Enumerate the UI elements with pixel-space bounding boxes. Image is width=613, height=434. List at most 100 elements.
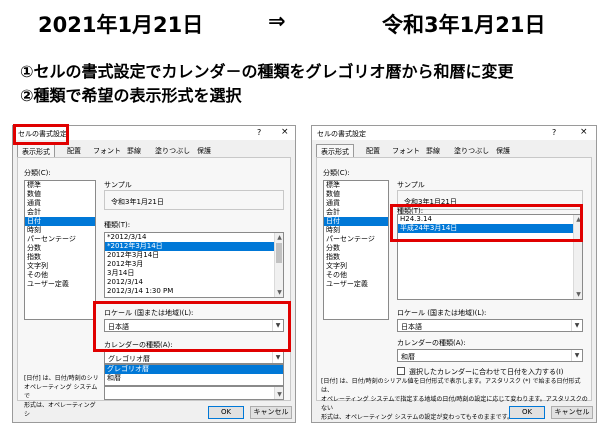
format-description: [日付] は、日付/時刻のシリアル値を日付形式で表示します。アスタリスク (*)… (321, 378, 588, 421)
category-item[interactable]: 文字列 (324, 262, 388, 271)
category-item[interactable]: 通貨 (324, 199, 388, 208)
category-item[interactable]: ユーザー定義 (25, 280, 95, 289)
category-item[interactable]: 時刻 (25, 226, 95, 235)
cancel-button[interactable]: キャンセル (250, 406, 292, 419)
from-date: 2021年1月21日 (38, 13, 204, 37)
highlight-calendar-dropdown (93, 301, 291, 352)
tab-protection[interactable]: 保護 (496, 146, 510, 156)
highlight-type-list (390, 204, 583, 242)
step-1: ①セルの書式設定でカレンダ－の種類をグレゴリオ暦から和暦に変更 (20, 62, 514, 81)
tab-panel: 分類(C): 標準 数値 通貨 会計 日付 時刻 パーセンテージ 分数 指数 文字列 その他 ユーザー… (17, 157, 291, 418)
category-item[interactable]: パーセンテージ (25, 235, 95, 244)
type-item[interactable]: *2012年3月14日 (105, 242, 283, 251)
headline: 2021年1月21日 ⇒ 令和3年1月21日 (0, 6, 613, 40)
type-item[interactable]: 2012/3/14 1:30 PM (105, 287, 283, 296)
sample-label: サンプル (397, 181, 425, 189)
category-item[interactable]: 標準 (324, 181, 388, 190)
scroll-up-icon[interactable]: ▲ (275, 233, 283, 242)
category-item[interactable]: 指数 (25, 253, 95, 262)
type-item[interactable]: 2012/3/14 (105, 278, 283, 287)
scroll-down-icon[interactable]: ▼ (275, 288, 283, 297)
category-item[interactable]: 標準 (25, 181, 95, 190)
tab-alignment[interactable]: 配置 (366, 146, 380, 156)
type-list[interactable]: *2012/3/14 *2012年3月14日 2012年3月14日 2012年3月 3月… (104, 232, 284, 298)
category-item[interactable]: 会計 (25, 208, 95, 217)
tab-alignment[interactable]: 配置 (67, 146, 81, 156)
category-item[interactable]: 日付 (324, 217, 388, 226)
scrollbar[interactable]: ▼ (274, 387, 283, 399)
scroll-down-icon[interactable]: ▼ (275, 390, 283, 399)
category-item[interactable]: 時刻 (324, 226, 388, 235)
highlight-dialog-title (13, 124, 69, 145)
ok-button[interactable]: OK (208, 406, 244, 419)
arrow-icon: ⇒ (268, 9, 286, 33)
category-list[interactable]: 標準 数値 通貨 会計 日付 時刻 パーセンテージ 分数 指数 文字列 その他 ユーザー定義 (24, 180, 96, 320)
locale-value: 日本語 (401, 323, 422, 331)
type-item[interactable]: 2012年3月14日 (105, 251, 283, 260)
chevron-down-icon[interactable]: ▼ (571, 350, 582, 361)
input-by-calendar-checkbox[interactable] (397, 367, 405, 375)
dialog-title: セルの書式設定 (317, 130, 366, 138)
calendar-dropdown-list[interactable]: グレゴリオ暦 和暦 (104, 364, 284, 386)
type-item[interactable]: 2012年3月 (105, 260, 283, 269)
category-item[interactable]: 通貨 (25, 199, 95, 208)
tab-fill[interactable]: 塗りつぶし (155, 146, 190, 156)
instruction-steps: ①セルの書式設定でカレンダ－の種類をグレゴリオ暦から和暦に変更 ②種類で希望の表… (20, 60, 514, 108)
close-icon[interactable]: × (580, 127, 588, 137)
category-item[interactable]: ユーザー定義 (324, 280, 388, 289)
category-item[interactable]: 会計 (324, 208, 388, 217)
step-2: ②種類で希望の表示形式を選択 (20, 86, 242, 105)
calendar-label: カレンダーの種類(A): (397, 339, 466, 347)
chevron-down-icon[interactable]: ▼ (571, 320, 582, 331)
format-cells-dialog-right: セルの書式設定 ? × 表示形式 配置 フォント 罫線 塗りつぶし 保護 分類(… (311, 125, 597, 423)
category-item[interactable]: その他 (25, 271, 95, 280)
calendar-select[interactable]: グレゴリオ暦 ▼ (104, 351, 284, 364)
tab-number-format[interactable]: 表示形式 (316, 144, 354, 157)
close-icon[interactable]: × (281, 127, 289, 137)
scroll-down-icon[interactable]: ▼ (574, 290, 582, 299)
calendar-option[interactable]: グレゴリオ暦 (105, 365, 283, 374)
calendar-value: グレゴリオ暦 (108, 355, 150, 363)
to-date: 令和3年1月21日 (382, 13, 546, 37)
category-list[interactable]: 標準 数値 通貨 会計 日付 時刻 パーセンテージ 分数 指数 文字列 その他 ユーザー定義 (323, 180, 389, 320)
tab-number-format[interactable]: 表示形式 (17, 144, 55, 157)
category-item[interactable]: 数値 (324, 190, 388, 199)
calendar-select[interactable]: 和暦 ▼ (397, 349, 583, 362)
type-list-continued: ▼ (104, 386, 284, 400)
format-description: [日付] は、日付/時刻のシリ オペレーティング システムで 形式は、オペレーテ… (24, 375, 99, 418)
type-label: 種類(T): (104, 221, 131, 229)
help-icon[interactable]: ? (257, 128, 261, 137)
locale-select[interactable]: 日本語 ▼ (397, 319, 583, 332)
dialog-tabs: 表示形式 配置 フォント 罫線 塗りつぶし 保護 (17, 144, 293, 157)
category-item[interactable]: 日付 (25, 217, 95, 226)
sample-value: 令和3年1月21日 (111, 198, 164, 206)
category-item[interactable]: パーセンテージ (324, 235, 388, 244)
category-item[interactable]: 文字列 (25, 262, 95, 271)
category-item[interactable]: その他 (324, 271, 388, 280)
tab-border[interactable]: 罫線 (426, 146, 440, 156)
tab-protection[interactable]: 保護 (197, 146, 211, 156)
cancel-button[interactable]: キャンセル (551, 406, 593, 419)
scrollbar[interactable]: ▲ ▼ (274, 233, 283, 297)
type-item[interactable]: 3月14日 (105, 269, 283, 278)
locale-label: ロケール (国または地域)(L): (397, 309, 487, 317)
tab-fill[interactable]: 塗りつぶし (454, 146, 489, 156)
tab-font[interactable]: フォント (392, 146, 420, 156)
sample-box: 令和3年1月21日 (104, 190, 284, 210)
ok-button[interactable]: OK (509, 406, 545, 419)
scroll-thumb[interactable] (276, 243, 282, 263)
calendar-value: 和暦 (401, 353, 415, 361)
category-label: 分類(C): (24, 169, 51, 177)
chevron-down-icon[interactable]: ▼ (272, 352, 283, 363)
category-item[interactable]: 数値 (25, 190, 95, 199)
category-item[interactable]: 分数 (25, 244, 95, 253)
tab-border[interactable]: 罫線 (127, 146, 141, 156)
category-item[interactable]: 指数 (324, 253, 388, 262)
checkbox-label: 選択したカレンダーに合わせて日付を入力する(I) (409, 368, 564, 376)
category-item[interactable]: 分数 (324, 244, 388, 253)
type-item[interactable]: *2012/3/14 (105, 233, 283, 242)
calendar-option[interactable]: 和暦 (105, 374, 283, 383)
tab-font[interactable]: フォント (93, 146, 121, 156)
category-label: 分類(C): (323, 169, 350, 177)
help-icon[interactable]: ? (552, 128, 556, 137)
